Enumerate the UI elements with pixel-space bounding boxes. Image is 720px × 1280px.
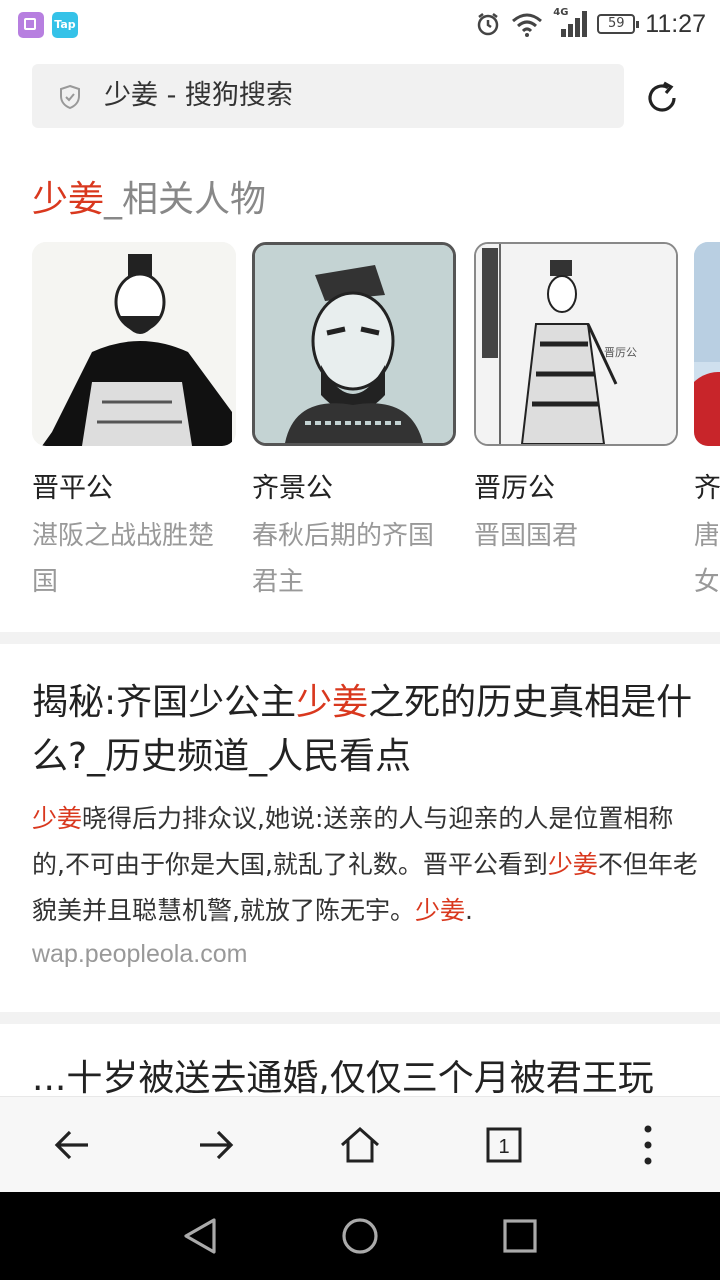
related-people-title: 少姜_相关人物 (32, 179, 267, 220)
portrait-image (694, 242, 720, 446)
gallery-app-icon (18, 12, 44, 38)
forward-arrow-icon[interactable] (192, 1121, 240, 1169)
nav-recents-icon[interactable] (496, 1212, 544, 1260)
clock: 11:27 (645, 9, 706, 38)
person-name: 晋平公 (32, 473, 113, 504)
portrait-image: 晋厉公 (474, 242, 678, 446)
person-desc: 春秋后期的齐国君主 (252, 521, 435, 597)
alarm-icon (478, 13, 499, 36)
person-card-jin-ligong[interactable]: 晋厉公 晋厉公 晋国国君 (474, 242, 678, 605)
browser-toolbar: 1 (0, 1096, 720, 1193)
nav-back-icon[interactable] (176, 1212, 224, 1260)
nav-home-icon[interactable] (336, 1212, 384, 1260)
portrait-image (32, 242, 236, 446)
taptap-app-icon: Tap (52, 12, 78, 38)
address-bar[interactable]: 少姜 - 搜狗搜索 (32, 64, 624, 128)
person-desc: 唐女 (694, 521, 718, 597)
svg-text:晋厉公: 晋厉公 (604, 346, 637, 359)
refresh-icon[interactable] (642, 78, 682, 118)
section-divider (0, 1012, 720, 1024)
result-title-link[interactable]: 揭秘:齐国少公主少姜之死的历史真相是什么?_历史频道_人民看点 (32, 676, 698, 784)
cell-signal-icon: 4G (553, 7, 588, 37)
person-card-jin-pinggong[interactable]: 晋平公 湛阪之战战胜楚国 (32, 242, 236, 605)
more-menu-icon[interactable] (624, 1121, 672, 1169)
related-people-carousel[interactable]: 晋平公 湛阪之战战胜楚国 齐景公 春秋后期的齐国君主 晋厉公 晋厉公 晋国国君 … (0, 242, 720, 622)
person-name: 齐景公 (252, 473, 333, 504)
svg-text:1: 1 (498, 1136, 509, 1158)
result-title-link[interactable]: ...十岁被送去通婚,仅仅三个月被君王玩 (32, 1052, 698, 1098)
system-nav-bar (0, 1192, 720, 1280)
person-desc: 晋国国君 (474, 521, 579, 551)
result-url: wap.peopleola.com (32, 940, 248, 968)
result-snippet: 少姜晓得后力排众议,她说:送亲的人与迎亲的人是位置相称的,不可由于你是大国,就乱… (32, 804, 698, 925)
section-divider (0, 632, 720, 644)
person-name: 晋厉公 (474, 473, 555, 504)
address-text: 少姜 - 搜狗搜索 (104, 80, 293, 111)
battery-icon: 59 (597, 14, 640, 34)
home-icon[interactable] (336, 1121, 384, 1169)
back-arrow-icon[interactable] (48, 1121, 96, 1169)
portrait-image (252, 242, 456, 446)
person-card-qi-jinggong[interactable]: 齐景公 春秋后期的齐国君主 (252, 242, 456, 605)
person-name: 齐 (694, 473, 720, 504)
status-bar: Tap 4G 59 11:27 (0, 0, 720, 48)
person-desc: 湛阪之战战胜楚国 (32, 521, 215, 597)
tabs-icon[interactable]: 1 (480, 1121, 528, 1169)
shield-icon (60, 84, 80, 110)
wifi-icon (512, 13, 543, 37)
person-card-partial[interactable]: 齐 唐女 (694, 242, 720, 605)
